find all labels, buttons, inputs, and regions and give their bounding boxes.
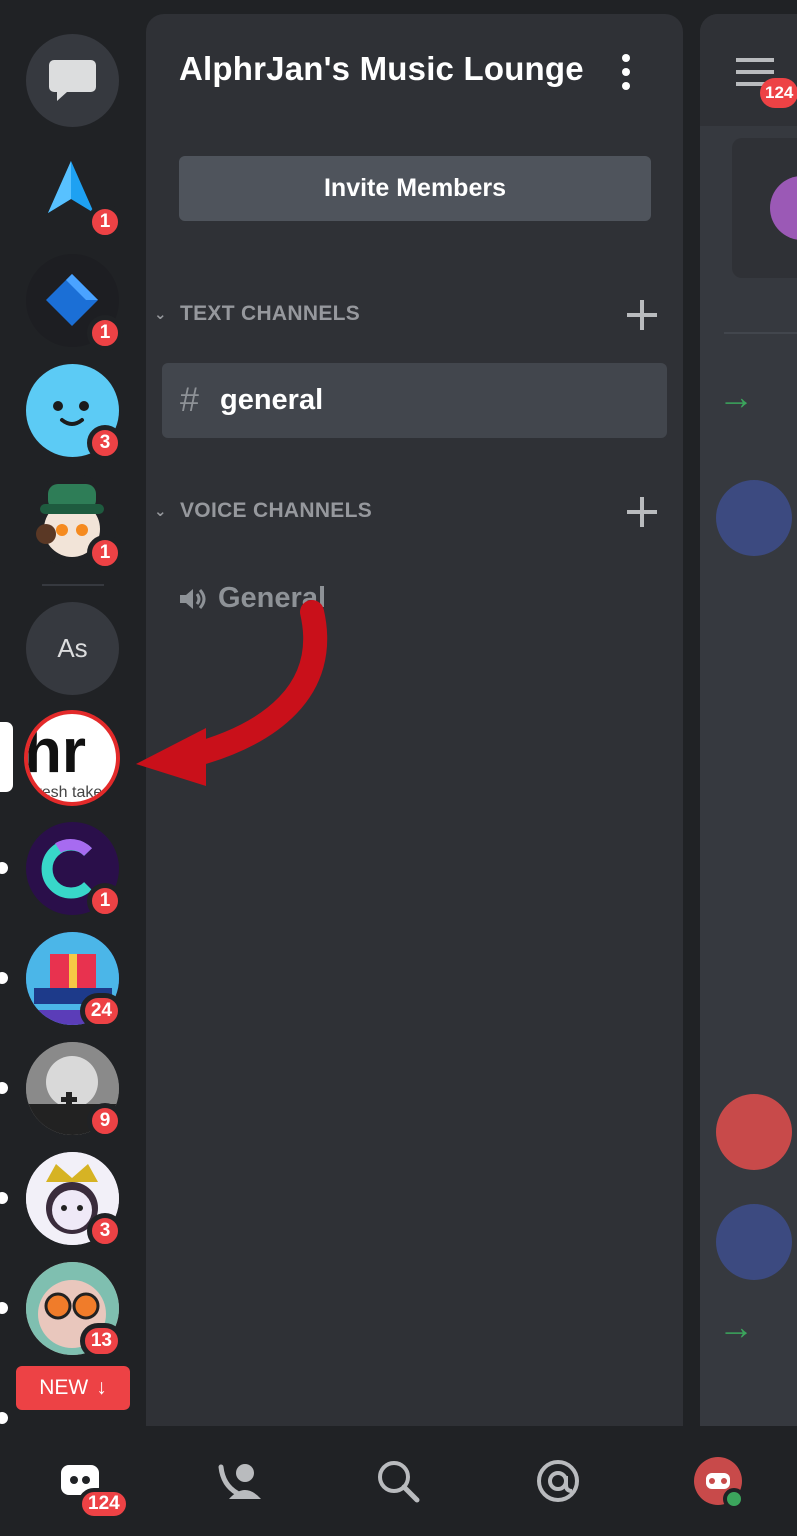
boombox-avatar: [716, 480, 792, 556]
new-unreads-button[interactable]: NEW ↓: [16, 1366, 130, 1410]
server-glasses-character[interactable]: 13: [26, 1262, 123, 1359]
server-blue-chevron[interactable]: 1: [26, 254, 123, 351]
unread-indicator: [0, 1412, 8, 1424]
channel-general[interactable]: # general: [162, 363, 667, 438]
unread-badge: 24: [79, 993, 123, 1029]
bottom-nav: [0, 1426, 797, 1536]
speaker-icon: [180, 588, 206, 609]
divider: [724, 332, 797, 334]
unread-badge: 1: [87, 315, 123, 351]
mentions-tab[interactable]: [528, 1451, 588, 1511]
server-c-logo[interactable]: 1: [26, 822, 123, 919]
chat-bubble-icon: [49, 60, 96, 101]
alphr-tagline: fresh take: [32, 784, 103, 801]
unread-badge: 3: [87, 1213, 123, 1249]
chevron-down-icon: ⌄: [154, 306, 167, 323]
unread-indicator: [0, 1082, 8, 1094]
server-icon: As: [26, 602, 119, 695]
dm-disc: [26, 34, 119, 127]
server-rail: 1 1 3 1 As hr fresh take 1 24 9 3 13 NEW…: [0, 0, 146, 1426]
server-alphr-selected[interactable]: hr fresh take: [24, 710, 120, 806]
unread-badge: 1: [87, 883, 123, 919]
unread-indicator: [0, 1192, 8, 1204]
new-label: NEW: [39, 1376, 89, 1399]
menu-badge: 124: [760, 78, 797, 108]
svg-text:hr: hr: [28, 717, 86, 786]
add-voice-channel-icon[interactable]: [625, 495, 659, 529]
search-icon: [378, 1461, 420, 1503]
selected-server-indicator: [0, 722, 13, 792]
category-label: TEXT CHANNELS: [180, 302, 361, 325]
discord-avatar: [716, 1094, 792, 1170]
category-voice-channels[interactable]: ⌄ VOICE CHANNELS: [154, 499, 372, 523]
rail-separator: [42, 584, 104, 586]
server-icon: hr fresh take: [24, 710, 120, 806]
category-label: VOICE CHANNELS: [180, 499, 373, 522]
chat-peek: 124 → →: [700, 14, 797, 1426]
invite-members-button[interactable]: Invite Members: [179, 156, 651, 221]
search-tab[interactable]: [368, 1451, 428, 1511]
channel-name: general: [220, 384, 324, 416]
discord-app: 1 1 3 1 As hr fresh take 1 24 9 3 13 NEW…: [0, 0, 797, 1536]
voice-channel-general[interactable]: General: [178, 582, 326, 615]
unread-badge: 9: [87, 1103, 123, 1139]
server-initials: As: [57, 633, 88, 663]
add-text-channel-icon[interactable]: [625, 298, 659, 332]
server-name[interactable]: AlphrJan's Music Lounge: [179, 50, 584, 88]
server-alphr-arrow[interactable]: 1: [26, 143, 123, 240]
server-as[interactable]: As: [26, 602, 119, 695]
hash-icon: #: [180, 381, 199, 419]
unread-indicator: [0, 972, 8, 984]
join-arrow-icon: →: [718, 376, 754, 417]
home-badge: 124: [78, 1488, 130, 1520]
unread-badge: 1: [87, 204, 123, 240]
server-hat-character[interactable]: 1: [26, 474, 123, 571]
arrow-down-icon: ↓: [96, 1376, 107, 1399]
channel-panel: AlphrJan's Music Lounge Invite Members ⌄…: [146, 14, 683, 1426]
more-options-icon[interactable]: [617, 54, 635, 90]
category-text-channels[interactable]: ⌄ TEXT CHANNELS: [154, 302, 360, 326]
server-graveyard[interactable]: 9: [26, 1042, 123, 1139]
user-avatar-icon: [694, 1457, 745, 1509]
boombox-avatar: [716, 1204, 792, 1280]
at-mention-icon: [537, 1460, 579, 1502]
friends-tab[interactable]: [210, 1451, 270, 1511]
unread-indicator: [0, 862, 8, 874]
voice-channel-name: General: [218, 582, 326, 614]
unread-indicator: [0, 1302, 8, 1314]
join-arrow-icon: →: [718, 1306, 754, 1347]
direct-messages-button[interactable]: [26, 34, 119, 127]
unread-badge: 13: [79, 1323, 123, 1359]
profile-tab[interactable]: [688, 1451, 748, 1511]
unread-badge: 1: [87, 535, 123, 571]
server-crown-character[interactable]: 3: [26, 1152, 123, 1249]
server-giveaway[interactable]: 24: [26, 932, 123, 1029]
chevron-down-icon: ⌄: [154, 503, 167, 520]
unread-badge: 3: [87, 425, 123, 461]
server-smiley[interactable]: 3: [26, 364, 123, 461]
friends-phone-icon: [218, 1464, 261, 1499]
